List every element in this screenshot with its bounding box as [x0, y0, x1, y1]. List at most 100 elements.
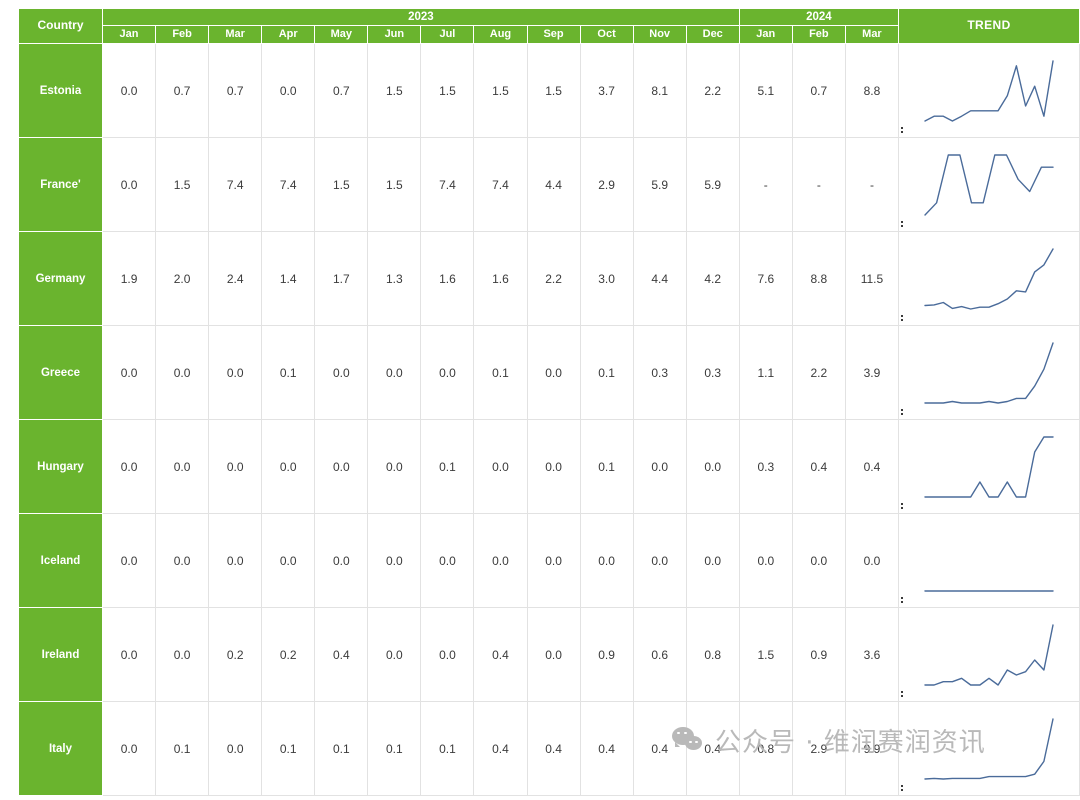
column-header-month-2023-jul[interactable]: Jul	[420, 25, 475, 44]
data-cell[interactable]: 2.2	[685, 43, 740, 138]
data-cell[interactable]: 7.4	[261, 137, 316, 232]
data-cell[interactable]: 0.7	[208, 43, 263, 138]
data-cell[interactable]: 0.0	[101, 513, 157, 608]
data-cell[interactable]: 0.0	[208, 513, 263, 608]
trend-sparkline-cell[interactable]	[898, 43, 1080, 138]
trend-sparkline-cell[interactable]	[898, 701, 1080, 796]
data-cell[interactable]: 0.4	[314, 607, 369, 702]
table-row[interactable]: Iceland 0.0 0.0 0.0 0.0 0.0 0.0 0.0 0.0 0.0 0.0 0.0…	[18, 513, 1080, 608]
data-cell[interactable]: 1.5	[473, 43, 528, 138]
data-cell[interactable]: 1.5	[526, 43, 581, 138]
row-header-country-hungary[interactable]: Hungary	[18, 419, 103, 514]
data-cell[interactable]: 0.0	[314, 325, 369, 420]
column-header-month-2024-mar[interactable]: Mar	[844, 25, 900, 44]
data-cell[interactable]: 1.5	[367, 137, 422, 232]
data-cell[interactable]: 0.0	[526, 325, 581, 420]
data-cell[interactable]: 8.8	[791, 231, 846, 326]
data-cell[interactable]: 1.1	[738, 325, 793, 420]
data-cell[interactable]: 0.1	[579, 419, 634, 514]
row-header-country-estonia[interactable]: Estonia	[18, 43, 103, 138]
data-cell[interactable]: 0.4	[844, 419, 900, 514]
data-cell[interactable]: 0.4	[685, 701, 740, 796]
data-cell[interactable]: 0.9	[791, 607, 846, 702]
column-header-month-2023-nov[interactable]: Nov	[632, 25, 687, 44]
data-cell[interactable]: 0.0	[208, 701, 263, 796]
data-cell[interactable]: 0.0	[101, 137, 157, 232]
data-cell[interactable]: 0.0	[101, 325, 157, 420]
trend-sparkline-cell[interactable]	[898, 419, 1080, 514]
data-cell[interactable]: 0.0	[526, 419, 581, 514]
column-header-month-2023-feb[interactable]: Feb	[155, 25, 210, 44]
data-cell[interactable]: 0.0	[685, 513, 740, 608]
table-row[interactable]: Hungary 0.0 0.0 0.0 0.0 0.0 0.0 0.1 0.0 0.0 0.1 0.0…	[18, 419, 1080, 514]
column-header-month-2023-sep[interactable]: Sep	[526, 25, 581, 44]
data-cell[interactable]: 0.0	[101, 701, 157, 796]
data-cell[interactable]: 0.0	[208, 419, 263, 514]
data-cell[interactable]: 1.4	[261, 231, 316, 326]
data-cell[interactable]: -	[738, 137, 793, 232]
table-row[interactable]: Greece 0.0 0.0 0.0 0.1 0.0 0.0 0.0 0.1 0.0 0.1 0.3 0…	[18, 325, 1080, 420]
trend-sparkline-cell[interactable]	[898, 231, 1080, 326]
column-header-month-2024-jan[interactable]: Jan	[738, 25, 793, 44]
row-header-country-germany[interactable]: Germany	[18, 231, 103, 326]
data-cell[interactable]: 0.1	[420, 419, 475, 514]
data-cell[interactable]: 0.0	[367, 513, 422, 608]
data-cell[interactable]: 7.4	[473, 137, 528, 232]
data-cell[interactable]: 5.9	[632, 137, 687, 232]
data-cell[interactable]: 0.7	[155, 43, 210, 138]
data-cell[interactable]: 0.0	[367, 419, 422, 514]
data-cell[interactable]: 2.2	[791, 325, 846, 420]
column-header-month-2023-jan[interactable]: Jan	[101, 25, 157, 44]
data-cell[interactable]: 0.2	[208, 607, 263, 702]
data-cell[interactable]: 0.8	[738, 701, 793, 796]
data-cell[interactable]: 0.1	[155, 701, 210, 796]
data-cell[interactable]: 2.4	[208, 231, 263, 326]
table-row[interactable]: Germany 1.9 2.0 2.4 1.4 1.7 1.3 1.6 1.6 2.2 3.0 4.4…	[18, 231, 1080, 326]
column-header-month-2023-aug[interactable]: Aug	[473, 25, 528, 44]
trend-sparkline-cell[interactable]	[898, 607, 1080, 702]
data-cell[interactable]: 8.8	[844, 43, 900, 138]
data-cell[interactable]: 0.0	[791, 513, 846, 608]
column-header-month-2023-may[interactable]: May	[314, 25, 369, 44]
data-cell[interactable]: 5.1	[738, 43, 793, 138]
data-cell[interactable]: 0.0	[101, 607, 157, 702]
data-cell[interactable]: 0.0	[367, 325, 422, 420]
data-cell[interactable]: 2.2	[526, 231, 581, 326]
data-cell[interactable]: 0.0	[473, 513, 528, 608]
data-cell[interactable]: 0.0	[420, 325, 475, 420]
data-cell[interactable]: 0.1	[314, 701, 369, 796]
data-cell[interactable]: 0.6	[632, 607, 687, 702]
data-cell[interactable]: 0.0	[420, 513, 475, 608]
data-cell[interactable]: 2.9	[579, 137, 634, 232]
data-cell[interactable]: 0.0	[738, 513, 793, 608]
data-cell[interactable]: 1.5	[314, 137, 369, 232]
data-cell[interactable]: 0.1	[367, 701, 422, 796]
data-cell[interactable]: 0.8	[685, 607, 740, 702]
row-header-country-greece[interactable]: Greece	[18, 325, 103, 420]
table-row[interactable]: France' 0.0 1.5 7.4 7.4 1.5 1.5 7.4 7.4 4.4 2.9 5.9…	[18, 137, 1080, 232]
data-cell[interactable]: 0.4	[473, 607, 528, 702]
data-cell[interactable]: 0.0	[632, 513, 687, 608]
data-cell[interactable]: 3.0	[579, 231, 634, 326]
data-cell[interactable]: 4.4	[632, 231, 687, 326]
data-cell[interactable]: 0.0	[155, 325, 210, 420]
data-cell[interactable]: 0.4	[473, 701, 528, 796]
data-cell[interactable]: -	[791, 137, 846, 232]
data-cell[interactable]: 0.0	[844, 513, 900, 608]
trend-sparkline-cell[interactable]	[898, 137, 1080, 232]
data-cell[interactable]: 0.0	[314, 419, 369, 514]
data-cell[interactable]: 1.5	[155, 137, 210, 232]
data-cell[interactable]: 1.3	[367, 231, 422, 326]
data-cell[interactable]: 2.9	[791, 701, 846, 796]
data-cell[interactable]: 0.3	[685, 325, 740, 420]
data-cell[interactable]: 0.0	[208, 325, 263, 420]
data-cell[interactable]: 0.0	[526, 607, 581, 702]
data-cell[interactable]: 0.3	[632, 325, 687, 420]
data-cell[interactable]: 0.0	[261, 419, 316, 514]
data-cell[interactable]: 7.4	[208, 137, 263, 232]
data-cell[interactable]: 0.7	[791, 43, 846, 138]
data-cell[interactable]: 0.1	[261, 701, 316, 796]
data-cell[interactable]: 0.4	[791, 419, 846, 514]
data-cell[interactable]: 11.5	[844, 231, 900, 326]
data-cell[interactable]: 0.0	[155, 513, 210, 608]
